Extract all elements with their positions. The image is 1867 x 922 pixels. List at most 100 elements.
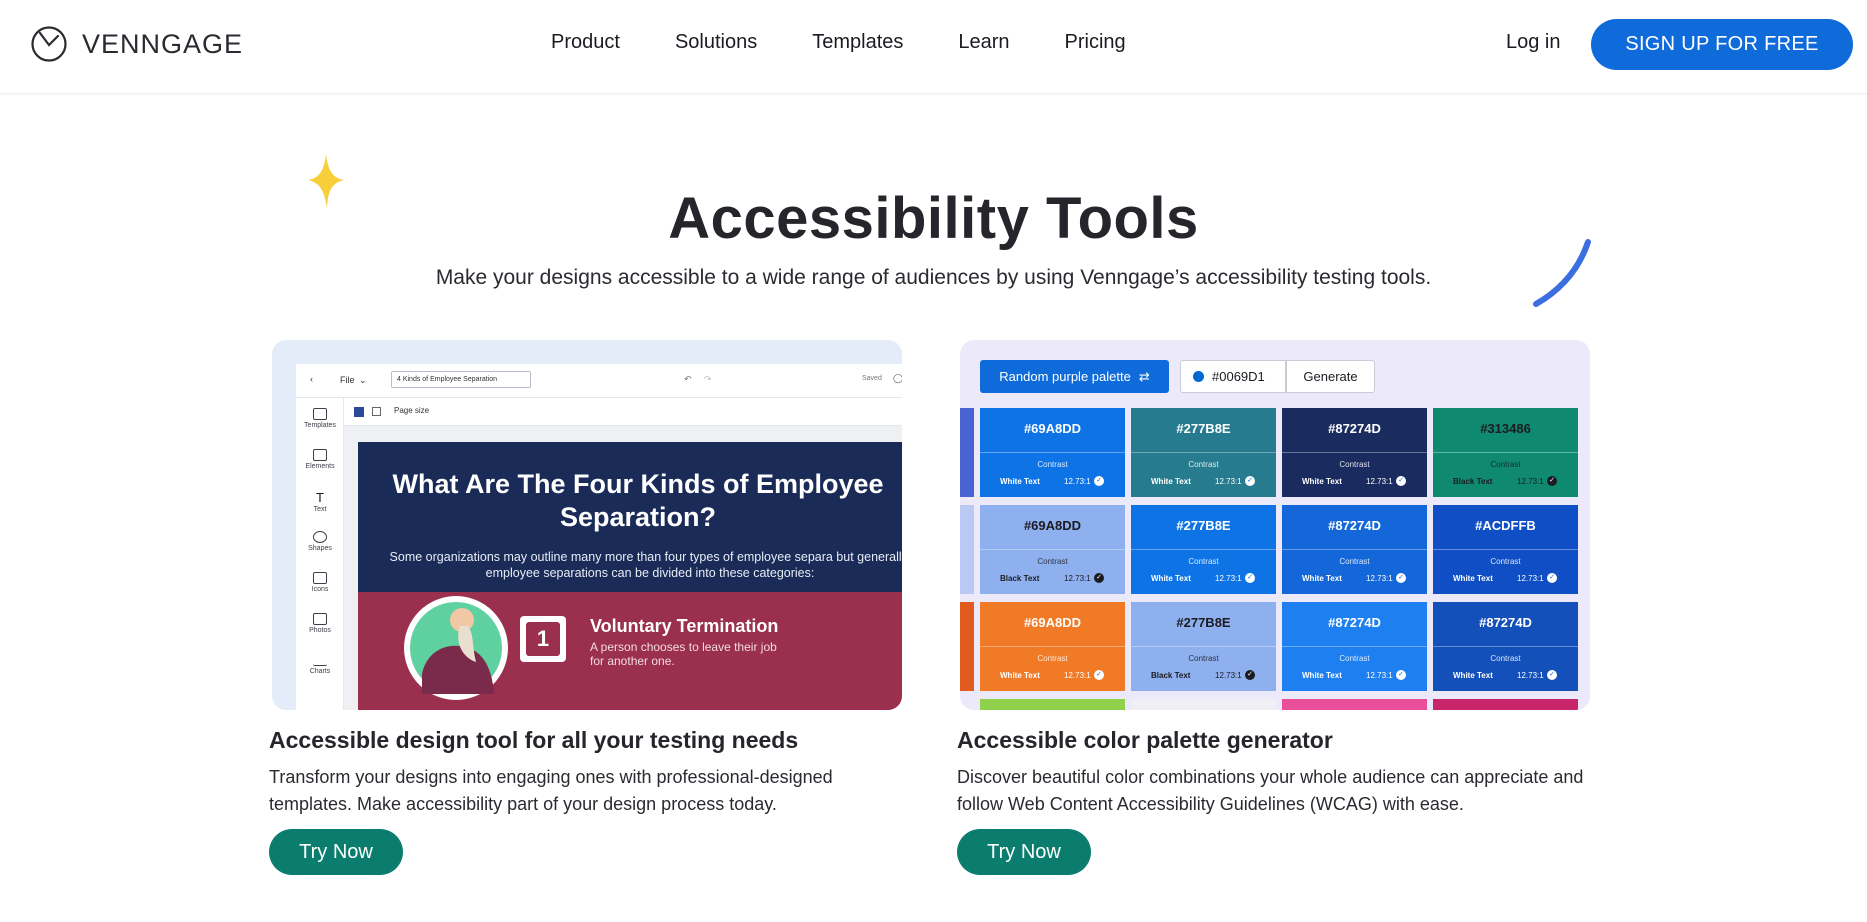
- nav-templates[interactable]: Templates: [812, 31, 903, 54]
- undo-icon: ↶: [684, 374, 692, 384]
- color-swatch: #87274D Contrast White Text 12.73:1 ✓: [1433, 602, 1578, 691]
- nav-pricing[interactable]: Pricing: [1065, 31, 1126, 54]
- card-heading: Accessible design tool for all your test…: [269, 727, 799, 753]
- text-color-label: White Text: [1151, 574, 1191, 583]
- swatch-hex: #69A8DD: [1023, 421, 1082, 436]
- poster-title: What Are The Four Kinds of Employee Sepa…: [392, 469, 884, 532]
- sidebar-label: Shapes: [308, 545, 332, 552]
- partial-swatch: [1433, 699, 1578, 710]
- color-swatch: #ACDFFB Contrast White Text 12.73:1 ✓: [1433, 505, 1578, 594]
- try-now-button[interactable]: Try Now: [269, 829, 403, 875]
- contrast-label: Contrast: [1339, 460, 1370, 469]
- sidebar-label: Charts: [309, 668, 331, 675]
- editor-sidebar: Templates Elements T Text Shapes Icons Ph…: [296, 398, 344, 710]
- color-swatch: #277B8E Contrast White Text 12.73:1 ✓: [1131, 408, 1276, 497]
- palette-generator-preview: Random purple palette ⇄ #0069D1 Generate…: [960, 340, 1590, 710]
- contrast-label: Contrast: [1188, 460, 1219, 469]
- text-color-label: Black Text: [1453, 477, 1493, 486]
- shapes-icon: [313, 531, 327, 543]
- swatch-divider: [980, 549, 1125, 550]
- document-name-field: 4 Kinds of Employee Separation: [391, 371, 531, 388]
- poster-intro: Some organizations may outline many more…: [389, 550, 902, 580]
- color-swatch: [354, 407, 364, 417]
- sidebar-icons: Icons: [296, 572, 344, 593]
- editor-options-bar: Page size: [344, 398, 902, 426]
- charts-icon: [313, 654, 327, 666]
- check-icon: ✓: [1396, 476, 1406, 486]
- nav-solutions[interactable]: Solutions: [675, 31, 757, 54]
- color-swatch: #277B8E Contrast Black Text 12.73:1 ✓: [1131, 602, 1276, 691]
- contrast-label: Contrast: [1490, 654, 1521, 663]
- photos-icon: [313, 613, 327, 625]
- badge-number: 1: [526, 622, 560, 656]
- edge-swatch: [960, 408, 974, 497]
- text-color-label: White Text: [1000, 477, 1040, 486]
- contrast-ratio: 12.73:1: [1366, 477, 1393, 486]
- contrast-label: Contrast: [1490, 460, 1521, 469]
- elements-icon: [313, 449, 327, 461]
- generate-button: Generate: [1286, 360, 1375, 393]
- contrast-ratio: 12.73:1: [1215, 671, 1242, 680]
- sidebar-elements: Elements: [296, 449, 344, 470]
- text-color-label: Black Text: [1151, 671, 1191, 680]
- hex-value: #0069D1: [1212, 369, 1265, 384]
- partial-swatch: [1131, 699, 1276, 710]
- login-link[interactable]: Log in: [1506, 31, 1561, 54]
- sidebar-label: Photos: [309, 627, 331, 634]
- text-color-label: White Text: [1302, 671, 1342, 680]
- text-color-label: White Text: [1151, 477, 1191, 486]
- swatch-hex: #87274D: [1479, 615, 1532, 630]
- partial-swatch: [1282, 699, 1427, 710]
- swatch-hex: #277B8E: [1176, 421, 1231, 436]
- text-icon: T: [316, 490, 324, 505]
- back-icon: ‹: [310, 374, 313, 384]
- text-color-label: White Text: [1453, 671, 1493, 680]
- sidebar-label: Elements: [305, 463, 335, 470]
- check-icon: ✓: [1245, 476, 1255, 486]
- logo[interactable]: VENNGAGE: [30, 25, 243, 63]
- check-icon: ✓: [1547, 670, 1557, 680]
- contrast-ratio: 12.73:1: [1215, 477, 1242, 486]
- contrast-label: Contrast: [1037, 460, 1068, 469]
- nav-product[interactable]: Product: [551, 31, 620, 54]
- signup-button[interactable]: SIGN UP FOR FREE: [1591, 19, 1853, 70]
- swatch-hex: #ACDFFB: [1475, 518, 1536, 533]
- color-dot-icon: [1193, 371, 1204, 382]
- hex-input: #0069D1: [1180, 360, 1286, 393]
- contrast-label: Contrast: [1490, 557, 1521, 566]
- contrast-ratio: 12.73:1: [1517, 477, 1544, 486]
- sidebar-shapes: Shapes: [296, 531, 344, 552]
- venngage-logo-icon: [31, 26, 67, 62]
- swatch-divider: [1282, 452, 1427, 453]
- page-size-label: Page size: [394, 406, 430, 415]
- swatch-divider: [1131, 549, 1276, 550]
- sidebar-label: Templates: [304, 422, 336, 429]
- sidebar-photos: Photos: [296, 613, 344, 634]
- shuffle-icon: ⇄: [1138, 368, 1150, 384]
- page-title: Accessibility Tools: [668, 186, 1199, 251]
- check-icon: ✓: [1547, 476, 1557, 486]
- swatch-hex: #313486: [1480, 421, 1531, 436]
- try-now-button[interactable]: Try Now: [957, 829, 1091, 875]
- templates-icon: [313, 408, 327, 420]
- check-icon: ✓: [1094, 573, 1104, 583]
- contrast-label: Contrast: [1188, 654, 1219, 663]
- sidebar-text: T Text: [296, 490, 344, 513]
- edge-swatch: [960, 602, 974, 691]
- nav-learn[interactable]: Learn: [958, 31, 1009, 54]
- color-swatch: #69A8DD Contrast White Text 12.73:1 ✓: [980, 408, 1125, 497]
- swatch-hex: #87274D: [1328, 615, 1381, 630]
- contrast-ratio: 12.73:1: [1366, 671, 1393, 680]
- person-illustration: [404, 596, 508, 700]
- color-swatch: #277B8E Contrast White Text 12.73:1 ✓: [1131, 505, 1276, 594]
- editor-canvas: What Are The Four Kinds of Employee Sepa…: [344, 426, 902, 710]
- contrast-ratio: 12.73:1: [1517, 574, 1544, 583]
- sidebar-templates: Templates: [296, 408, 344, 429]
- swatch-divider: [980, 646, 1125, 647]
- swatch-hex: #69A8DD: [1023, 615, 1082, 630]
- contrast-ratio: 12.73:1: [1064, 574, 1091, 583]
- card-heading: Accessible color palette generator: [957, 727, 1333, 753]
- swatch-divider: [1433, 646, 1578, 647]
- check-icon: ✓: [1245, 670, 1255, 680]
- editor-toolbar: ‹ File ⌄ 4 Kinds of Employee Separation …: [296, 364, 902, 398]
